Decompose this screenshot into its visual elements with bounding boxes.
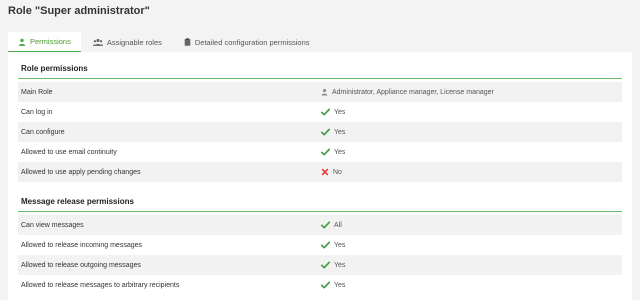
permission-value: Administrator, Appliance manager, Licens… bbox=[321, 88, 494, 96]
cross-icon bbox=[321, 168, 329, 176]
permission-label: Allowed to use email continuity bbox=[21, 148, 117, 156]
tab-bar: Permissions Assignable roles Detailed co… bbox=[8, 32, 632, 52]
tab-assignable-roles[interactable]: Assignable roles bbox=[83, 32, 172, 52]
tab-label: Permissions bbox=[30, 37, 71, 46]
permission-value-text: Yes bbox=[334, 261, 346, 269]
permission-row: Allowed to use apply pending changes No bbox=[18, 162, 622, 182]
tab-label: Detailed configuration permissions bbox=[194, 37, 310, 47]
permission-value-text: Yes bbox=[334, 148, 346, 156]
users-icon bbox=[92, 38, 103, 46]
permission-label: Allowed to release messages to arbitrary… bbox=[21, 281, 180, 289]
tab-detailed-configuration-permissions[interactable]: Detailed configuration permissions bbox=[174, 32, 320, 52]
user-icon bbox=[18, 38, 26, 46]
clipboard-icon bbox=[184, 38, 191, 46]
tab-label: Assignable roles bbox=[106, 37, 162, 47]
tab-permissions[interactable]: Permissions bbox=[8, 32, 81, 52]
permission-value: Yes bbox=[321, 108, 345, 116]
section-title-message-release-permissions: Message release permissions bbox=[18, 192, 622, 212]
permission-label: Can view messages bbox=[21, 221, 84, 229]
permission-label: Can log in bbox=[21, 108, 53, 116]
permission-value: Yes bbox=[321, 128, 345, 136]
permission-label: Allowed to use apply pending changes bbox=[21, 168, 141, 176]
check-icon bbox=[321, 148, 330, 156]
permission-value: No bbox=[321, 168, 342, 176]
permission-label: Main Role bbox=[21, 88, 53, 96]
check-icon bbox=[321, 128, 330, 136]
permission-value-text: Yes bbox=[334, 281, 346, 289]
permission-label: Allowed to release incoming messages bbox=[21, 241, 143, 249]
permission-value: All bbox=[321, 221, 342, 229]
permission-label: Can configure bbox=[21, 128, 65, 136]
permission-value-text: Yes bbox=[334, 241, 346, 249]
permission-row: Allowed to release messages to arbitrary… bbox=[18, 275, 622, 295]
permission-value: Yes bbox=[321, 148, 345, 156]
permission-value: Yes bbox=[321, 281, 345, 289]
permission-value: Yes bbox=[321, 261, 345, 269]
permission-label: Allowed to release outgoing messages bbox=[21, 261, 141, 269]
permission-row: Can log in Yes bbox=[18, 102, 622, 122]
permission-row: Allowed to release incoming messages Yes bbox=[18, 235, 622, 255]
section-title-role-permissions: Role permissions bbox=[18, 59, 622, 79]
permission-row: Main Role Administrator, Appliance manag… bbox=[18, 82, 622, 102]
permissions-panel: Role permissions Main Role Administrator… bbox=[8, 52, 632, 300]
permission-value-text: Yes bbox=[334, 128, 346, 136]
check-icon bbox=[321, 221, 330, 229]
check-icon bbox=[321, 108, 330, 116]
permission-row: Can view messages All bbox=[18, 215, 622, 235]
check-icon bbox=[321, 281, 330, 289]
permission-value-text: No bbox=[333, 168, 342, 176]
permission-row: Allowed to use email continuity Yes bbox=[18, 142, 622, 162]
permission-row: Allowed to release outgoing messages Yes bbox=[18, 255, 622, 275]
permission-row: Can configure Yes bbox=[18, 122, 622, 142]
page-title: Role "Super administrator" bbox=[8, 5, 150, 17]
permission-value: Yes bbox=[321, 241, 345, 249]
permission-value-text: Administrator, Appliance manager, Licens… bbox=[332, 88, 494, 96]
check-icon bbox=[321, 241, 330, 249]
permission-value-text: Yes bbox=[334, 108, 346, 116]
check-icon bbox=[321, 261, 330, 269]
permission-value-text: All bbox=[334, 221, 342, 229]
user-icon bbox=[321, 88, 328, 96]
